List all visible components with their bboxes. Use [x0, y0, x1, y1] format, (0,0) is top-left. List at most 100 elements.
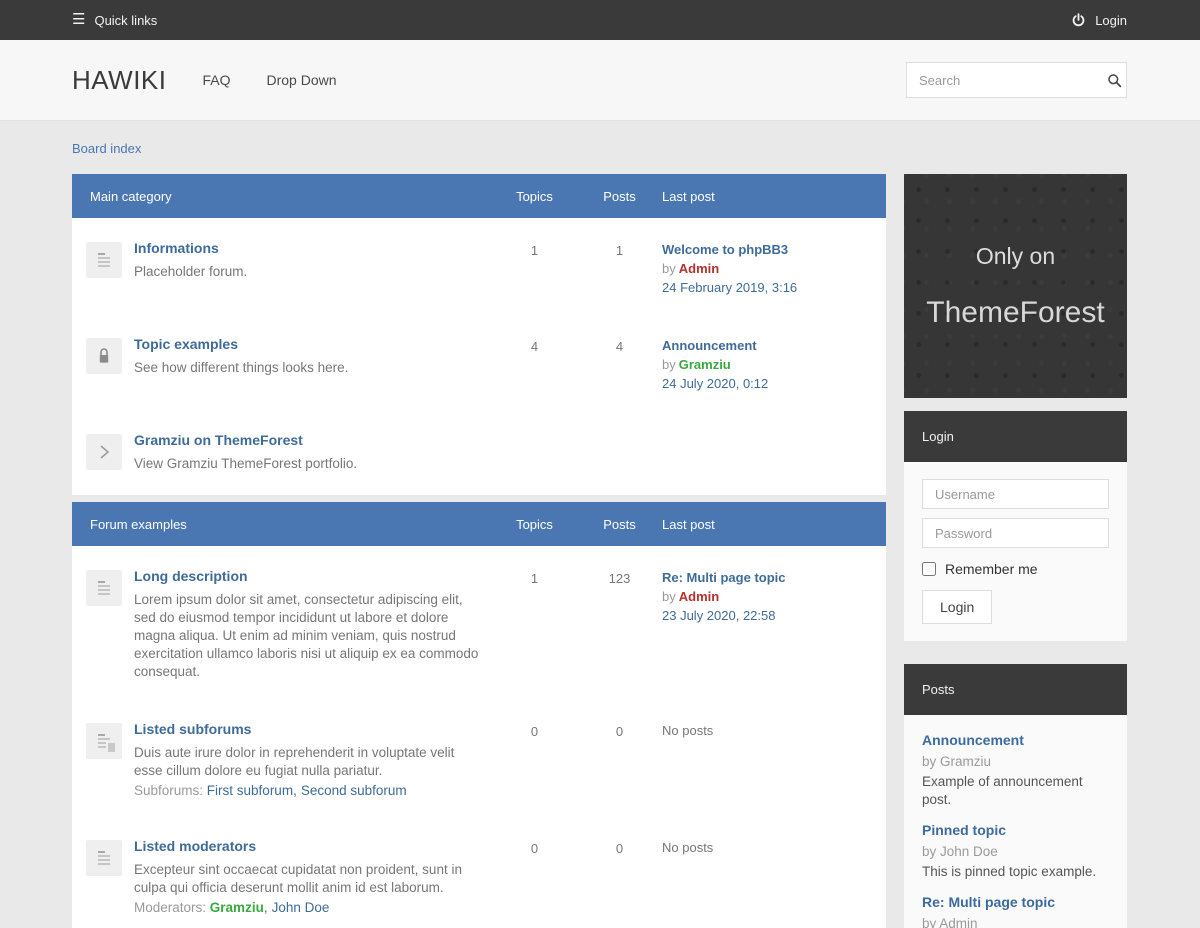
column-last-post: Last post: [662, 189, 715, 204]
main-nav: FAQ Drop Down: [166, 72, 336, 88]
topics-count: 1: [530, 571, 539, 586]
chevron-right-icon: [86, 434, 122, 470]
last-post-date-link[interactable]: 23 July 2020, 22:58: [662, 608, 775, 623]
top-bar: ☰ Quick links Login: [0, 0, 1200, 40]
forum-row-topic-examples: Topic examples See how different things …: [72, 316, 886, 412]
last-post-link[interactable]: Welcome to phpBB3: [662, 242, 788, 258]
forum-description: View Gramziu ThemeForest portfolio.: [134, 456, 358, 471]
forum-link[interactable]: Topic examples: [134, 336, 238, 352]
file-subforum-icon: [86, 723, 122, 759]
file-text-icon: [86, 570, 122, 606]
login-label: Login: [1095, 12, 1127, 28]
forum-description: Excepteur sint occaecat cupidatat non pr…: [134, 862, 462, 895]
author-link-admin[interactable]: Admin: [679, 261, 719, 276]
post-item: Announcement by Gramziu Example of annou…: [922, 732, 1109, 809]
remember-me-checkbox[interactable]: [922, 562, 936, 576]
forum-description: See how different things looks here.: [134, 360, 349, 375]
posts-count: 1: [615, 243, 624, 258]
column-last-post: Last post: [662, 517, 715, 532]
power-icon: [1071, 12, 1086, 28]
column-topics: Topics: [516, 188, 553, 204]
last-post-cell: No posts: [662, 838, 886, 856]
login-panel-title: Login: [904, 411, 1127, 462]
subforum-badge: [106, 741, 117, 754]
category-main: Main category Topics Posts Last post Inf…: [72, 174, 886, 495]
author-link-admin[interactable]: Admin: [679, 589, 719, 604]
topics-count: 0: [530, 724, 539, 739]
last-post-link[interactable]: Announcement: [662, 338, 757, 354]
banner-line2: ThemeForest: [926, 295, 1105, 329]
posts-count: 0: [615, 841, 624, 856]
lock-icon: [86, 338, 122, 374]
remember-me-row[interactable]: Remember me: [922, 561, 1109, 577]
post-link[interactable]: Pinned topic: [922, 822, 1006, 838]
subforum-link-first[interactable]: First subforum: [207, 783, 293, 798]
forum-description: Placeholder forum.: [134, 264, 248, 279]
moderators-line: Moderators: Gramziu, John Doe: [134, 900, 330, 915]
forum-link[interactable]: Listed subforums: [134, 721, 251, 737]
category-title: Forum examples: [90, 516, 187, 532]
forum-description: Lorem ipsum dolor sit amet, consectetur …: [134, 592, 479, 679]
remember-me-label: Remember me: [945, 561, 1038, 577]
posts-count: 123: [608, 571, 631, 586]
post-item: Pinned topic by John Doe This is pinned …: [922, 822, 1109, 881]
forum-row-listed-subforums: Listed subforums Duis aute irure dolor i…: [72, 701, 886, 818]
moderator-link-gramziu[interactable]: Gramziu: [210, 900, 264, 915]
nav-drop-down[interactable]: Drop Down: [267, 72, 337, 88]
breadcrumb-board-index[interactable]: Board index: [72, 141, 141, 156]
themeforest-banner[interactable]: Only on ThemeForest: [904, 174, 1127, 398]
category-header: Main category Topics Posts Last post: [72, 174, 886, 218]
posts-count: 4: [615, 339, 624, 354]
search-icon[interactable]: [1107, 73, 1122, 88]
banner-line1: Only on: [975, 242, 1056, 269]
forum-row-listed-moderators: Listed moderators Excepteur sint occaeca…: [72, 818, 886, 928]
forum-link[interactable]: Long description: [134, 568, 248, 584]
forum-description: Duis aute irure dolor in reprehenderit i…: [134, 745, 455, 778]
search-box: [906, 62, 1127, 98]
site-logo[interactable]: HAWIKI: [72, 65, 166, 96]
post-link[interactable]: Re: Multi page topic: [922, 894, 1055, 910]
sidebar: Only on ThemeForest Login Remember me Lo…: [904, 174, 1127, 928]
page-content: Board index Main category Topics Posts L…: [0, 121, 1200, 928]
posts-panel-title: Posts: [904, 664, 1127, 715]
post-item: Re: Multi page topic by Admin Lorem ipsu…: [922, 894, 1109, 928]
post-excerpt: This is pinned topic example.: [922, 864, 1097, 879]
forum-list: Main category Topics Posts Last post Inf…: [72, 174, 886, 928]
column-posts: Posts: [603, 516, 636, 532]
last-post-link[interactable]: Re: Multi page topic: [662, 570, 786, 586]
forum-link[interactable]: Listed moderators: [134, 838, 256, 854]
file-text-icon: [86, 840, 122, 876]
search-input[interactable]: [907, 72, 1107, 88]
post-excerpt: Example of announcement post.: [922, 774, 1083, 807]
subforums-line: Subforums: First subforum, Second subforu…: [134, 783, 407, 798]
column-topics: Topics: [516, 516, 553, 532]
category-forum-examples: Forum examples Topics Posts Last post Lo…: [72, 502, 886, 928]
login-panel: Login Remember me Login: [904, 411, 1127, 641]
topics-count: 0: [530, 841, 539, 856]
password-field[interactable]: [922, 518, 1109, 548]
moderator-link-john-doe[interactable]: John Doe: [272, 900, 330, 915]
last-post-cell: Announcement by Gramziu 24 July 2020, 0:1…: [662, 338, 769, 391]
last-post-date-link[interactable]: 24 July 2020, 0:12: [662, 376, 768, 391]
forum-link[interactable]: Informations: [134, 240, 219, 256]
quick-links-button[interactable]: ☰ Quick links: [72, 12, 157, 28]
forum-row-informations: Informations Placeholder forum. 1 1 Welc…: [72, 220, 886, 316]
forum-row-long-description: Long description Lorem ipsum dolor sit a…: [72, 548, 886, 701]
file-text-icon: [86, 242, 122, 278]
last-post-date-link[interactable]: 24 February 2019, 3:16: [662, 280, 797, 295]
nav-faq[interactable]: FAQ: [202, 72, 230, 88]
post-author: by Gramziu: [922, 754, 992, 769]
username-field[interactable]: [922, 479, 1109, 509]
post-author: by Admin: [922, 916, 978, 928]
subforum-link-second[interactable]: Second subforum: [301, 783, 407, 798]
login-button[interactable]: Login: [922, 590, 993, 624]
login-link[interactable]: Login: [1071, 13, 1127, 28]
last-post-cell: Welcome to phpBB3 by Admin 24 February 20…: [662, 242, 798, 295]
posts-count: 0: [615, 724, 624, 739]
forum-link[interactable]: Gramziu on ThemeForest: [134, 432, 303, 448]
author-link-gramziu[interactable]: Gramziu: [679, 357, 731, 372]
posts-panel: Posts Announcement by Gramziu Example of…: [904, 664, 1127, 928]
category-header: Forum examples Topics Posts Last post: [72, 502, 886, 546]
forum-row-themeforest: Gramziu on ThemeForest View Gramziu Them…: [72, 412, 886, 493]
post-link[interactable]: Announcement: [922, 732, 1024, 748]
